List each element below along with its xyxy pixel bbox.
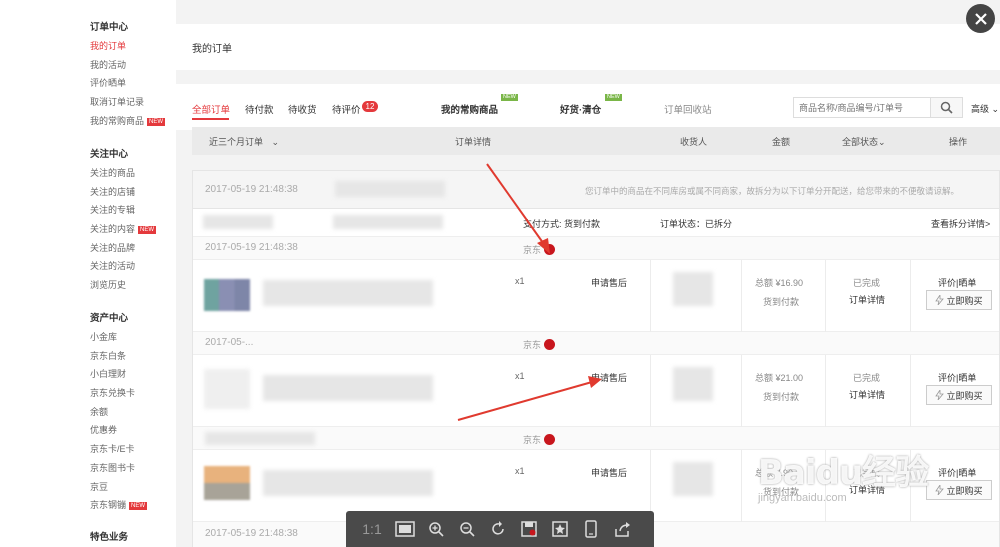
sidebar-item-my-activities[interactable]: 我的活动	[90, 56, 165, 75]
baidu-jingyan-watermark: Baidu经验 jingyan.baidu.com	[758, 445, 929, 504]
arrow-head	[537, 238, 550, 254]
sidebar-group-special: 特色业务	[90, 528, 128, 547]
zoom-in-icon	[429, 522, 444, 537]
sidebar-item-finance[interactable]: 小白理财	[90, 365, 147, 384]
sidebar-item-frequent-goods[interactable]: 我的常购商品 NEW	[90, 112, 166, 131]
phone-icon	[585, 520, 597, 538]
sidebar-group-follow: 关注中心 关注的商品 关注的店铺 关注的专辑 关注的内容 NEW 关注的品牌 关注…	[90, 145, 157, 295]
sidebar-item-my-orders[interactable]: 我的订单	[90, 37, 165, 56]
sidebar-item-jingdou[interactable]: 京豆	[90, 478, 147, 497]
sidebar-group-title: 资产中心	[90, 313, 129, 324]
sidebar-group-title: 特色业务	[90, 532, 129, 543]
share-icon	[615, 522, 630, 537]
sidebar: 订单中心 我的订单 我的活动 评价晒单 取消订单记录 我的常购商品 NEW 关注中…	[0, 0, 176, 547]
sidebar-item-browse-history[interactable]: 浏览历史	[90, 276, 156, 295]
sidebar-group-title: 关注中心	[90, 149, 129, 160]
arrow-line	[486, 163, 547, 248]
sidebar-item-followed-goods[interactable]: 关注的商品	[90, 164, 156, 183]
image-viewer-toolbar: 1:1	[346, 511, 654, 547]
share-button[interactable]	[612, 519, 632, 539]
fit-window-button[interactable]	[395, 519, 415, 539]
new-badge: NEW	[129, 502, 148, 511]
sidebar-item-label: 京东钢镚	[90, 500, 127, 511]
rotate-button[interactable]	[488, 519, 508, 539]
sidebar-item-followed-content[interactable]: 关注的内容 NEW	[90, 220, 157, 239]
arrow-line	[457, 381, 593, 421]
sidebar-group-title: 订单中心	[90, 22, 129, 33]
sidebar-item-gangbeng[interactable]: 京东钢镚 NEW	[90, 496, 148, 515]
sidebar-item-coupons[interactable]: 优惠券	[90, 421, 147, 440]
sidebar-item-vault[interactable]: 小金库	[90, 328, 147, 347]
actual-size-button[interactable]: 1:1	[360, 519, 384, 539]
watermark-title: Baidu经验	[758, 453, 929, 493]
new-badge: NEW	[138, 226, 157, 235]
sidebar-item-ecard[interactable]: 京东卡/E卡	[90, 440, 147, 459]
sidebar-group-orders: 订单中心 我的订单 我的活动 评价晒单 取消订单记录 我的常购商品 NEW	[90, 18, 166, 131]
sidebar-item-followed-activities[interactable]: 关注的活动	[90, 257, 156, 276]
sidebar-item-followed-brands[interactable]: 关注的品牌	[90, 239, 156, 258]
close-viewer-button[interactable]	[966, 4, 995, 33]
fit-window-icon	[395, 521, 415, 537]
sidebar-item-label: 关注的内容	[90, 224, 136, 235]
sidebar-item-cancelled-orders[interactable]: 取消订单记录	[90, 93, 165, 112]
sidebar-item-followed-albums[interactable]: 关注的专辑	[90, 201, 156, 220]
new-badge: NEW	[147, 117, 166, 126]
bookmark-button[interactable]	[550, 519, 570, 539]
sidebar-item-balance[interactable]: 余额	[90, 403, 147, 422]
zoom-out-icon	[460, 522, 475, 537]
sidebar-item-reviews[interactable]: 评价晒单	[90, 74, 165, 93]
sidebar-group-assets: 资产中心 小金库 京东白条 小白理财 京东兑换卡 余额 优惠券 京东卡/E卡 京…	[90, 309, 148, 515]
sidebar-item-exchange-card[interactable]: 京东兑换卡	[90, 384, 147, 403]
save-icon	[521, 521, 537, 537]
zoom-in-button[interactable]	[426, 519, 446, 539]
sidebar-item-followed-shops[interactable]: 关注的店铺	[90, 183, 156, 202]
bookmark-icon	[552, 521, 568, 537]
sidebar-item-book-card[interactable]: 京东图书卡	[90, 459, 147, 478]
sidebar-item-baitiao[interactable]: 京东白条	[90, 347, 147, 366]
phone-view-button[interactable]	[581, 519, 601, 539]
arrow-head	[588, 376, 602, 388]
sidebar-item-label: 我的常购商品	[90, 115, 145, 126]
actual-size-label: 1:1	[362, 521, 382, 537]
close-icon	[974, 12, 987, 25]
rotate-icon	[492, 521, 504, 535]
save-button[interactable]	[519, 519, 539, 539]
zoom-out-button[interactable]	[457, 519, 477, 539]
